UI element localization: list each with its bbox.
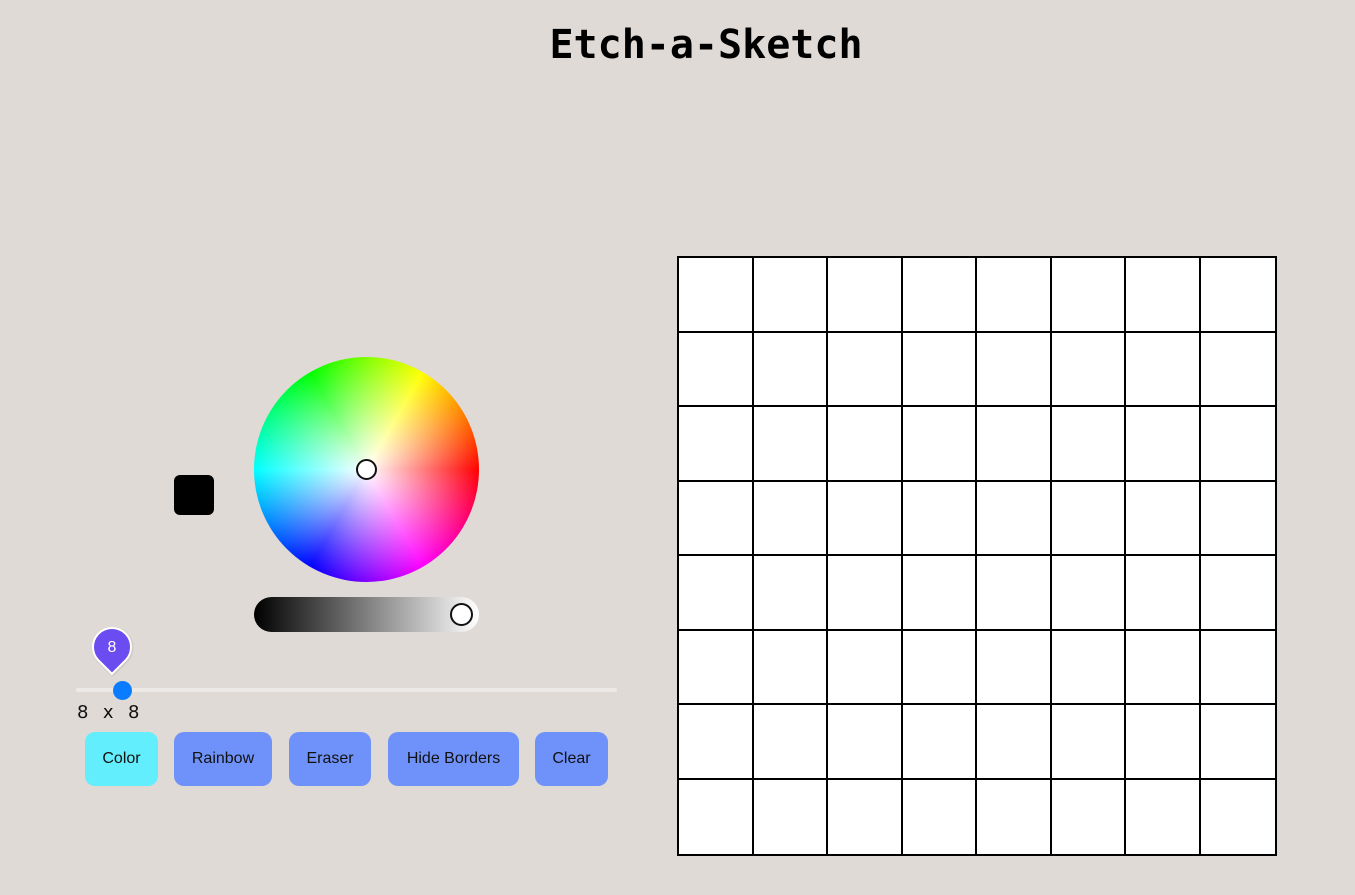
grid-cell[interactable] bbox=[977, 630, 1052, 705]
grid-cell[interactable] bbox=[753, 481, 828, 556]
grid-cell[interactable] bbox=[1051, 779, 1126, 854]
brightness-slider[interactable] bbox=[254, 597, 479, 632]
grid-cell[interactable] bbox=[977, 705, 1052, 780]
grid-cell[interactable] bbox=[753, 332, 828, 407]
grid-cell[interactable] bbox=[1126, 407, 1201, 482]
grid-cell[interactable] bbox=[1200, 481, 1275, 556]
grid-cell[interactable] bbox=[1126, 332, 1201, 407]
slider-value-label: 8 bbox=[107, 639, 117, 656]
grid-cell[interactable] bbox=[1200, 258, 1275, 333]
page-title: Etch-a-Sketch bbox=[549, 22, 863, 68]
grid-size-label: 8 x 8 bbox=[77, 702, 141, 723]
grid-cell[interactable] bbox=[977, 407, 1052, 482]
grid-cell[interactable] bbox=[828, 779, 903, 854]
grid-cell[interactable] bbox=[679, 630, 754, 705]
grid-cell[interactable] bbox=[902, 258, 977, 333]
grid-cell[interactable] bbox=[679, 332, 754, 407]
grid-cell[interactable] bbox=[1051, 407, 1126, 482]
grid-cell[interactable] bbox=[753, 407, 828, 482]
grid-cell[interactable] bbox=[828, 407, 903, 482]
grid-cell[interactable] bbox=[828, 630, 903, 705]
grid-cell[interactable] bbox=[902, 630, 977, 705]
color-wheel[interactable] bbox=[254, 357, 479, 582]
grid-cell[interactable] bbox=[977, 258, 1052, 333]
sketch-board[interactable] bbox=[677, 256, 1277, 856]
color-button[interactable]: Color bbox=[85, 732, 158, 786]
grid-cell[interactable] bbox=[1200, 779, 1275, 854]
grid-cell[interactable] bbox=[977, 481, 1052, 556]
grid-cell[interactable] bbox=[828, 332, 903, 407]
grid-cell[interactable] bbox=[1126, 556, 1201, 631]
grid-cell[interactable] bbox=[1200, 407, 1275, 482]
grid-cell[interactable] bbox=[753, 630, 828, 705]
grid-size-slider-track[interactable] bbox=[76, 688, 617, 692]
grid-cell[interactable] bbox=[753, 705, 828, 780]
grid-cell[interactable] bbox=[753, 556, 828, 631]
grid-cell[interactable] bbox=[828, 258, 903, 333]
grid-cell[interactable] bbox=[1051, 481, 1126, 556]
grid-cell[interactable] bbox=[902, 407, 977, 482]
hide-borders-button[interactable]: Hide Borders bbox=[388, 732, 519, 786]
eraser-button[interactable]: Eraser bbox=[289, 732, 371, 786]
grid-cell[interactable] bbox=[1051, 630, 1126, 705]
grid-cell[interactable] bbox=[902, 332, 977, 407]
current-color-swatch bbox=[174, 475, 214, 515]
grid-cell[interactable] bbox=[753, 258, 828, 333]
grid-cell[interactable] bbox=[828, 705, 903, 780]
grid-cell[interactable] bbox=[977, 779, 1052, 854]
grid-cell[interactable] bbox=[1051, 556, 1126, 631]
grid-cell[interactable] bbox=[679, 779, 754, 854]
grid-cell[interactable] bbox=[828, 481, 903, 556]
grid-cell[interactable] bbox=[902, 481, 977, 556]
grid-cell[interactable] bbox=[1126, 630, 1201, 705]
grid-cell[interactable] bbox=[1200, 630, 1275, 705]
color-wheel-handle[interactable] bbox=[356, 459, 377, 480]
grid-cell[interactable] bbox=[1051, 705, 1126, 780]
grid-cell[interactable] bbox=[902, 705, 977, 780]
grid-cell[interactable] bbox=[977, 556, 1052, 631]
grid-cell[interactable] bbox=[679, 407, 754, 482]
grid-cell[interactable] bbox=[1126, 258, 1201, 333]
grid-cell[interactable] bbox=[977, 332, 1052, 407]
grid-cell[interactable] bbox=[1126, 779, 1201, 854]
grid-cell[interactable] bbox=[1200, 705, 1275, 780]
grid-size-slider-thumb[interactable] bbox=[113, 681, 132, 700]
grid-cell[interactable] bbox=[679, 481, 754, 556]
grid-cell[interactable] bbox=[1200, 556, 1275, 631]
grid-cell[interactable] bbox=[902, 779, 977, 854]
brightness-handle[interactable] bbox=[450, 603, 473, 626]
grid-cell[interactable] bbox=[679, 258, 754, 333]
rainbow-button[interactable]: Rainbow bbox=[174, 732, 272, 786]
grid-cell[interactable] bbox=[1126, 705, 1201, 780]
grid-cell[interactable] bbox=[679, 556, 754, 631]
grid-cell[interactable] bbox=[828, 556, 903, 631]
grid-cell[interactable] bbox=[1200, 332, 1275, 407]
clear-button[interactable]: Clear bbox=[535, 732, 608, 786]
grid-cell[interactable] bbox=[1051, 332, 1126, 407]
grid-cell[interactable] bbox=[753, 779, 828, 854]
grid-cell[interactable] bbox=[1126, 481, 1201, 556]
grid-cell[interactable] bbox=[679, 705, 754, 780]
grid-cell[interactable] bbox=[902, 556, 977, 631]
grid-cell[interactable] bbox=[1051, 258, 1126, 333]
